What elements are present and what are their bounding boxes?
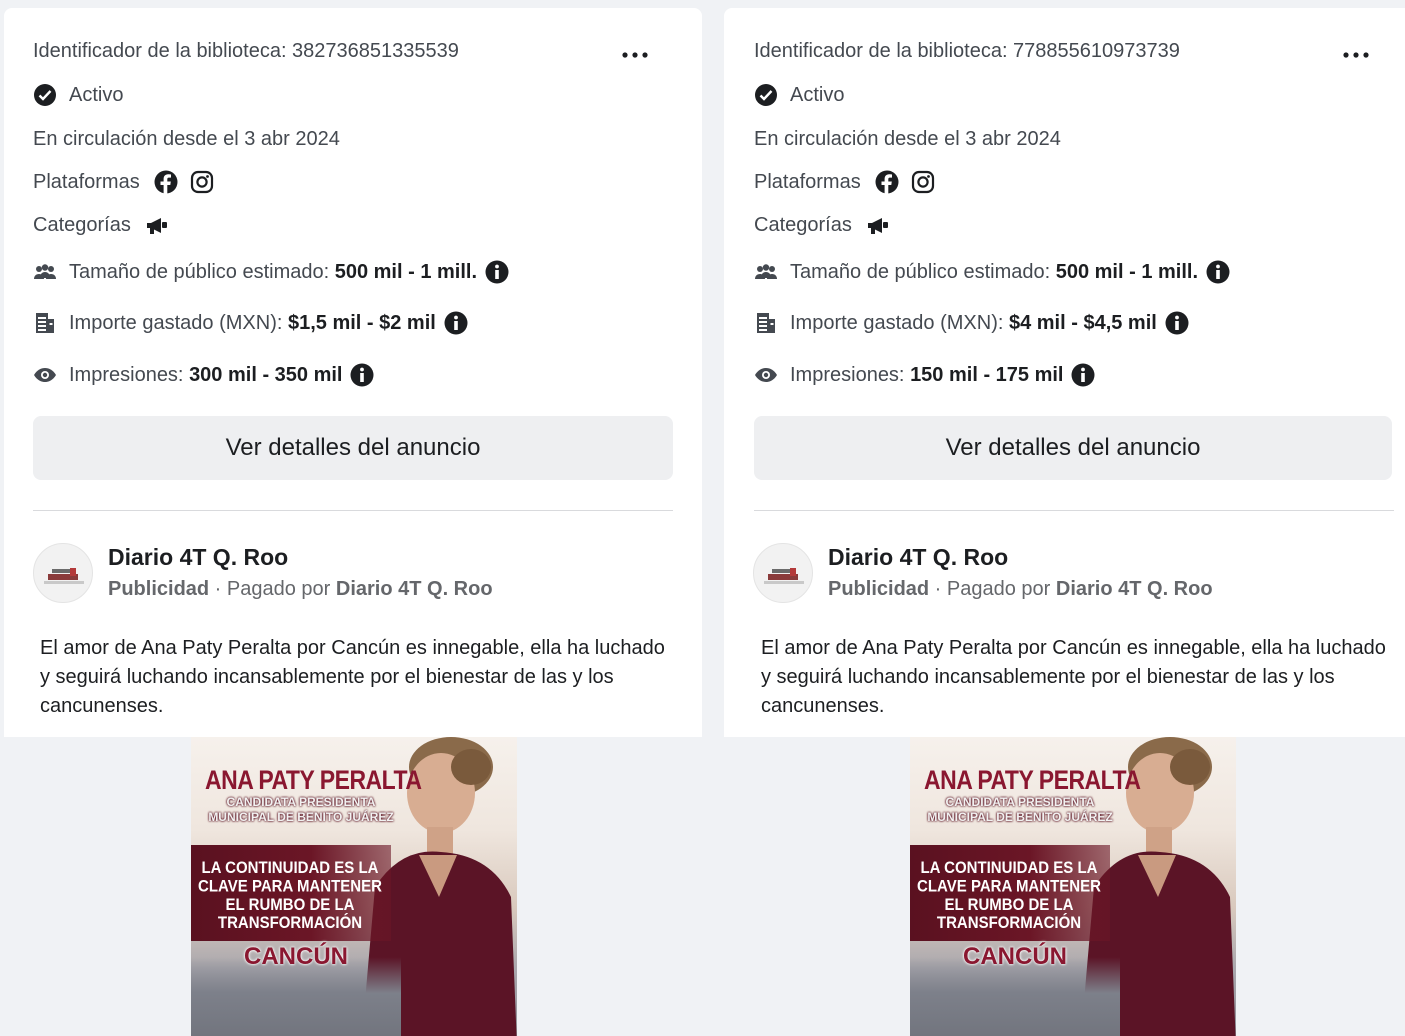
spend-value: $4 mil - $4,5 mil bbox=[1008, 311, 1157, 334]
divider bbox=[33, 510, 673, 511]
platforms-label: Plataformas bbox=[754, 170, 861, 193]
megaphone-icon bbox=[145, 216, 169, 236]
divider bbox=[754, 510, 1394, 511]
people-icon bbox=[33, 263, 57, 281]
library-id: Identificador de la biblioteca: 38273685… bbox=[33, 40, 459, 62]
spend-value: $1,5 mil - $2 mil bbox=[287, 311, 436, 334]
audience-value: 500 mil - 1 mill. bbox=[1055, 260, 1199, 283]
more-options-button[interactable] bbox=[620, 44, 650, 66]
receipt-icon bbox=[33, 311, 57, 335]
info-icon[interactable] bbox=[1206, 260, 1230, 284]
info-icon[interactable] bbox=[1165, 311, 1189, 335]
sponsored-label: Publicidad bbox=[828, 578, 930, 600]
status-row: Activo bbox=[754, 83, 844, 107]
poster-city: CANCÚN bbox=[963, 943, 1067, 970]
running-since: En circulación desde el 3 abr 2024 bbox=[754, 128, 1061, 150]
people-icon bbox=[754, 263, 778, 281]
instagram-icon bbox=[911, 170, 935, 194]
more-options-icon bbox=[1343, 52, 1369, 58]
impressions-row: Impresiones: 150 mil - 175 mil bbox=[754, 363, 1095, 387]
running-since: En circulación desde el 3 abr 2024 bbox=[33, 128, 340, 150]
ad-body-text: El amor de Ana Paty Peralta por Cancún e… bbox=[40, 637, 665, 717]
eye-icon bbox=[754, 367, 778, 383]
status-row: Activo bbox=[33, 83, 123, 107]
sponsor-line: Publicidad · Pagado por Diario 4T Q. Roo bbox=[108, 578, 493, 600]
poster-slogan: LA CONTINUIDAD ES LA CLAVE PARA MANTENER… bbox=[198, 859, 382, 933]
receipt-icon bbox=[754, 311, 778, 335]
poster-role: CANDIDATA PRESIDENTA MUNICIPAL DE BENITO… bbox=[208, 795, 394, 824]
poster-name: ANA PATY PERALTA bbox=[205, 765, 422, 795]
check-circle-icon bbox=[754, 83, 778, 107]
ad-card: Identificador de la biblioteca: 77885561… bbox=[724, 8, 1405, 1036]
info-icon[interactable] bbox=[350, 363, 374, 387]
see-ad-details-button[interactable]: Ver detalles del anuncio bbox=[754, 416, 1392, 480]
platforms-row: Plataformas bbox=[754, 170, 935, 194]
ad-image[interactable]: ANA PATY PERALTA CANDIDATA PRESIDENTA MU… bbox=[191, 737, 517, 1036]
audience-value: 500 mil - 1 mill. bbox=[334, 260, 478, 283]
avatar[interactable] bbox=[753, 543, 813, 603]
info-icon[interactable] bbox=[1071, 363, 1095, 387]
spend-row: Importe gastado (MXN): $4 mil - $4,5 mil bbox=[754, 311, 1189, 335]
page-name[interactable]: Diario 4T Q. Roo bbox=[828, 544, 1008, 571]
audience-row: Tamaño de público estimado: 500 mil - 1 … bbox=[33, 260, 509, 284]
ad-image[interactable]: ANA PATY PERALTA CANDIDATA PRESIDENTA MU… bbox=[910, 737, 1236, 1036]
categories-row: Categorías bbox=[33, 214, 169, 237]
status-text: Activo bbox=[69, 83, 124, 106]
avatar[interactable] bbox=[33, 543, 93, 603]
check-circle-icon bbox=[33, 83, 57, 107]
sponsor-line: Publicidad · Pagado por Diario 4T Q. Roo bbox=[828, 578, 1213, 600]
library-id: Identificador de la biblioteca: 77885561… bbox=[754, 40, 1180, 62]
info-icon[interactable] bbox=[485, 260, 509, 284]
eye-icon bbox=[33, 367, 57, 383]
audience-row: Tamaño de público estimado: 500 mil - 1 … bbox=[754, 260, 1230, 284]
more-options-button[interactable] bbox=[1341, 44, 1371, 66]
ad-body-text: El amor de Ana Paty Peralta por Cancún e… bbox=[761, 637, 1386, 717]
sponsored-label: Publicidad bbox=[108, 578, 210, 600]
impressions-value: 300 mil - 350 mil bbox=[189, 363, 343, 386]
megaphone-icon bbox=[866, 216, 890, 236]
status-text: Activo bbox=[790, 83, 845, 106]
impressions-value: 150 mil - 175 mil bbox=[910, 363, 1064, 386]
page-name[interactable]: Diario 4T Q. Roo bbox=[108, 544, 288, 571]
paid-by[interactable]: Diario 4T Q. Roo bbox=[1056, 578, 1213, 600]
ad-card: Identificador de la biblioteca: 38273685… bbox=[4, 8, 702, 1036]
see-ad-details-button[interactable]: Ver detalles del anuncio bbox=[33, 416, 673, 480]
facebook-icon bbox=[154, 170, 178, 194]
categories-label: Categorías bbox=[33, 214, 131, 236]
categories-row: Categorías bbox=[754, 214, 890, 237]
poster-role: CANDIDATA PRESIDENTA MUNICIPAL DE BENITO… bbox=[927, 795, 1113, 824]
impressions-row: Impresiones: 300 mil - 350 mil bbox=[33, 363, 374, 387]
platforms-row: Plataformas bbox=[33, 170, 214, 194]
paid-by[interactable]: Diario 4T Q. Roo bbox=[336, 578, 493, 600]
categories-label: Categorías bbox=[754, 214, 852, 236]
poster-city: CANCÚN bbox=[244, 943, 348, 970]
poster-slogan: LA CONTINUIDAD ES LA CLAVE PARA MANTENER… bbox=[917, 859, 1101, 933]
info-icon[interactable] bbox=[444, 311, 468, 335]
facebook-icon bbox=[875, 170, 899, 194]
instagram-icon bbox=[190, 170, 214, 194]
more-options-icon bbox=[622, 52, 648, 58]
spend-row: Importe gastado (MXN): $1,5 mil - $2 mil bbox=[33, 311, 468, 335]
platforms-label: Plataformas bbox=[33, 170, 140, 193]
poster-name: ANA PATY PERALTA bbox=[924, 765, 1141, 795]
